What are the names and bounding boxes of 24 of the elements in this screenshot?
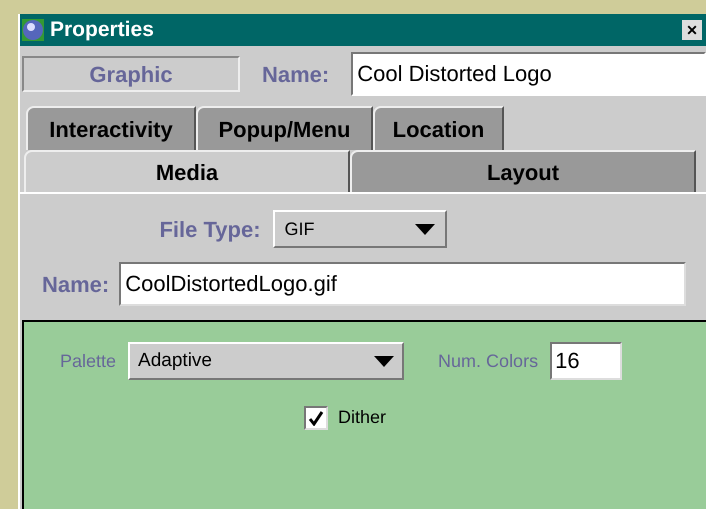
file-type-label: File Type: — [159, 216, 261, 244]
tab[interactable]: Media — [24, 150, 350, 192]
name-field[interactable]: Cool Distorted Logo — [351, 52, 706, 96]
tab[interactable]: Interactivity — [26, 106, 196, 150]
app-logo-icon — [22, 19, 44, 41]
palette-label: Palette — [60, 350, 116, 372]
window-title: Properties — [50, 17, 155, 44]
name-label: Name: — [262, 60, 330, 88]
dither-checkbox[interactable] — [304, 406, 328, 430]
tab[interactable]: Location — [373, 106, 504, 150]
tab[interactable]: Layout — [350, 150, 696, 192]
dither-label: Dither — [338, 406, 386, 429]
file-type-dropdown[interactable]: GIF — [272, 210, 447, 248]
num-colors-label: Num. Colors — [438, 350, 538, 372]
close-button[interactable]: × — [682, 20, 702, 40]
file-name-label: Name: — [42, 270, 110, 298]
dropdown-arrow-icon — [374, 356, 394, 366]
check-icon — [308, 410, 324, 426]
palette-dropdown[interactable]: Adaptive — [128, 342, 404, 380]
dropdown-arrow-icon — [414, 224, 435, 234]
object-type-label: Graphic — [22, 56, 240, 92]
num-colors-field[interactable]: 16 — [550, 342, 622, 380]
tab[interactable]: Popup/Menu — [196, 106, 373, 150]
file-name-field[interactable]: CoolDistortedLogo.gif — [119, 262, 686, 306]
